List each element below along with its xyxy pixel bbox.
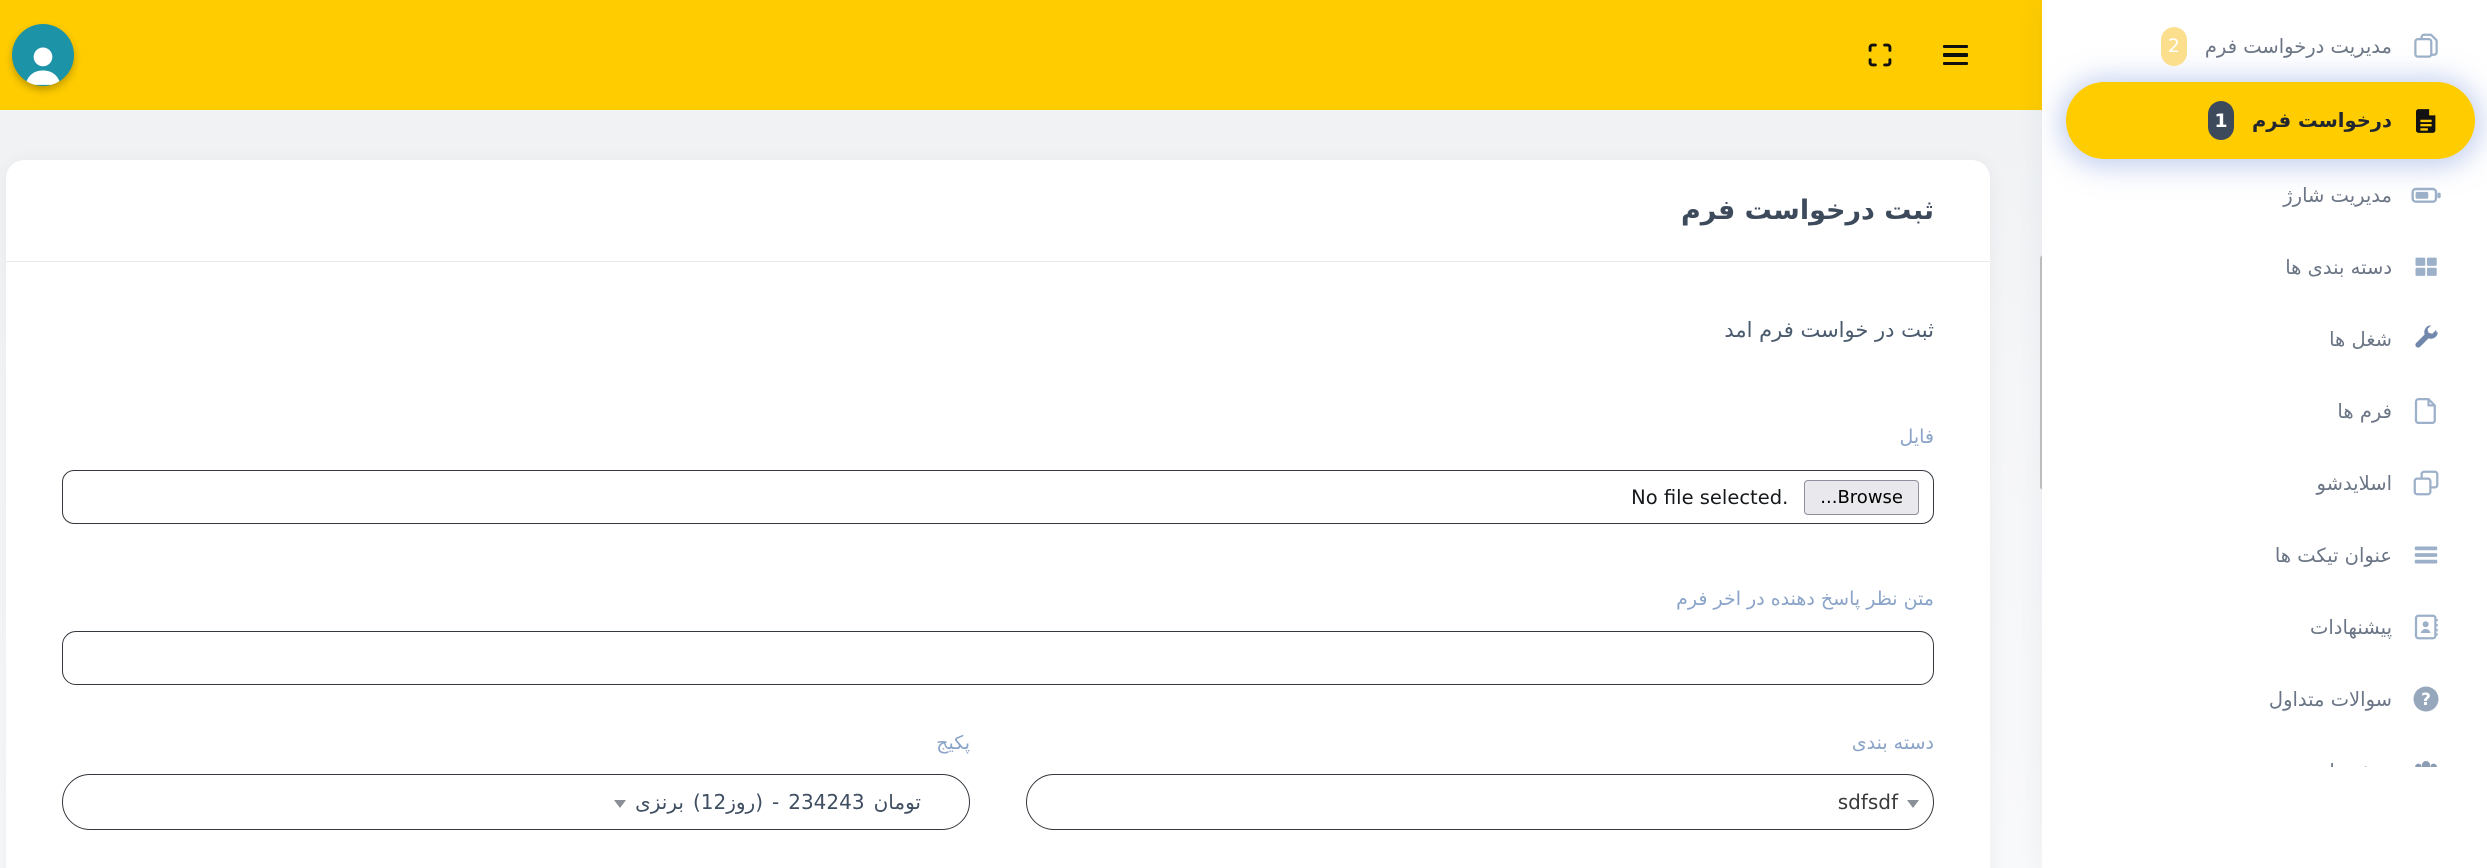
sidebar-item-charge-management[interactable]: مدیریت شارژ: [2042, 159, 2487, 231]
browse-button[interactable]: ...Browse: [1804, 480, 1919, 515]
sidebar-item-form-request[interactable]: درخواست فرم 1: [2066, 82, 2475, 159]
wrench-icon: [2410, 323, 2442, 355]
file-upload-input[interactable]: ...Browse No file selected.: [62, 470, 1934, 524]
category-select[interactable]: sdfsdf: [1026, 774, 1934, 830]
sidebar-nav: مدیریت درخواست فرم 2 درخواست فرم 1: [2042, 0, 2487, 767]
sidebar-item-faq[interactable]: ? سوالات متداول: [2042, 663, 2487, 735]
pages-icon: [2410, 30, 2442, 62]
sidebar-item-label: نقش ها: [2329, 760, 2392, 768]
person-icon: [18, 39, 68, 86]
sidebar-item-slideshow[interactable]: اسلایدشو: [2042, 447, 2487, 519]
top-header-bar: [0, 0, 2042, 110]
comment-field-label: متن نظر پاسخ دهنده در اخر فرم: [62, 588, 1934, 610]
content-card: ثبت درخواست فرم ثبت در خواست فرم امد فای…: [6, 160, 1990, 868]
sidebar-item-label: اسلایدشو: [2317, 472, 2392, 495]
user-avatar[interactable]: [12, 24, 74, 86]
main-area: ثبت درخواست فرم ثبت در خواست فرم امد فای…: [0, 0, 2042, 868]
fullscreen-icon[interactable]: [1866, 41, 1894, 69]
file-status-text: No file selected.: [1631, 486, 1788, 509]
category-field-label: دسته بندی: [1026, 732, 1934, 754]
comment-text-input[interactable]: [62, 631, 1934, 685]
sidebar-item-categories[interactable]: دسته بندی ها: [2042, 231, 2487, 303]
status-badge: 2: [2161, 27, 2187, 66]
help-icon: ?: [2410, 683, 2442, 715]
contacts-icon: [2410, 611, 2442, 643]
sidebar-item-form-request-management[interactable]: مدیریت درخواست فرم 2: [2042, 10, 2487, 82]
category-selected-value: sdfsdf: [1838, 790, 1898, 814]
package-field-label: پکیج: [62, 732, 970, 754]
slideshow-icon: [2410, 467, 2442, 499]
users-icon: [2410, 755, 2442, 767]
sidebar-item-label: مدیریت درخواست فرم: [2205, 35, 2392, 58]
sidebar-item-label: فرم ها: [2337, 400, 2392, 423]
card-header: ثبت درخواست فرم: [6, 160, 1990, 262]
page-title: ثبت درخواست فرم: [1681, 195, 1934, 226]
sidebar: مدیریت درخواست فرم 2 درخواست فرم 1: [2042, 0, 2487, 868]
battery-icon: [2410, 179, 2442, 211]
svg-text:?: ?: [2421, 689, 2431, 709]
chevron-down-icon: [614, 800, 626, 808]
sidebar-item-label: دسته بندی ها: [2285, 256, 2392, 279]
sidebar-item-label: مدیریت شارژ: [2283, 184, 2392, 207]
sidebar-item-label: سوالات متداول: [2269, 688, 2392, 711]
sidebar-item-label: شغل ها: [2329, 328, 2392, 351]
status-badge: 1: [2208, 101, 2234, 140]
package-selected-value: برنزی (12روز) - 234243 تومان: [614, 790, 921, 814]
package-column: پکیج برنزی (12روز) - 234243 تومان: [62, 732, 970, 830]
category-column: دسته بندی sdfsdf: [1026, 732, 1934, 830]
chevron-down-icon: [1907, 800, 1919, 808]
sidebar-item-ticket-titles[interactable]: عنوان تیکت ها: [2042, 519, 2487, 591]
file-text-icon: [2410, 105, 2442, 137]
package-select[interactable]: برنزی (12روز) - 234243 تومان: [62, 774, 970, 830]
sidebar-item-label: عنوان تیکت ها: [2275, 544, 2392, 567]
grid-icon: [2410, 251, 2442, 283]
sidebar-item-suggestions[interactable]: پیشنهادات: [2042, 591, 2487, 663]
hamburger-icon[interactable]: [1943, 45, 1968, 65]
card-body: ثبت در خواست فرم امد فایل ...Browse No f…: [6, 318, 1990, 830]
file-icon: [2410, 395, 2442, 427]
section-heading: ثبت در خواست فرم امد: [62, 318, 1934, 342]
sidebar-item-jobs[interactable]: شغل ها: [2042, 303, 2487, 375]
sidebar-item-roles[interactable]: نقش ها: [2042, 735, 2487, 767]
sidebar-item-label: درخواست فرم: [2252, 109, 2392, 132]
category-package-row: دسته بندی sdfsdf پکیج برنزی: [62, 732, 1934, 830]
sidebar-item-label: پیشنهادات: [2310, 616, 2392, 639]
list-icon: [2410, 539, 2442, 571]
file-field-label: فایل: [62, 426, 1934, 448]
sidebar-item-forms[interactable]: فرم ها: [2042, 375, 2487, 447]
